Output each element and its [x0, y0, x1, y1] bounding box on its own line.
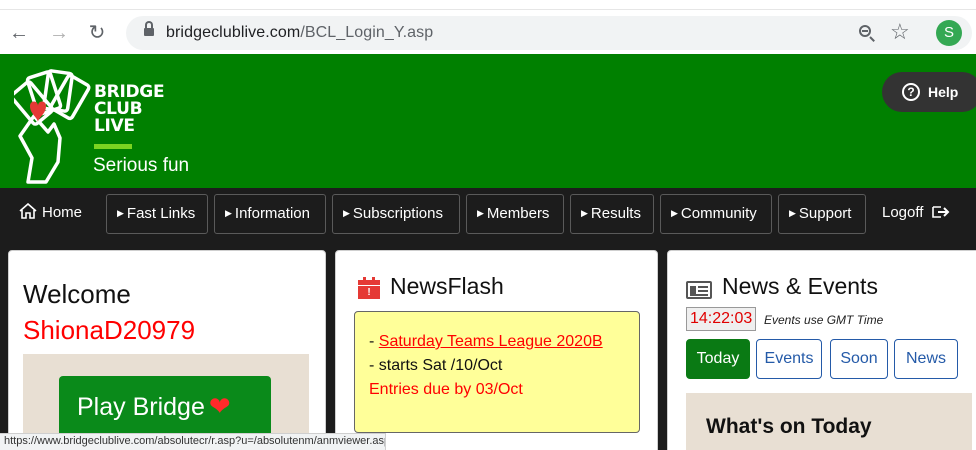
- menu-support[interactable]: ▶ Support: [778, 194, 866, 234]
- newsflash-line: - starts Sat /10/Oct: [369, 357, 503, 374]
- page: ← → ↻ bridgeclublive.com/BCL_Login_Y.asp…: [0, 0, 976, 450]
- profile-avatar[interactable]: S: [936, 20, 962, 46]
- heart-icon: ❤: [208, 391, 231, 421]
- address-bar[interactable]: bridgeclublive.com/BCL_Login_Y.asp ☆ S: [126, 16, 972, 50]
- caret-right-icon: ▶: [343, 208, 350, 218]
- welcome-heading: Welcome: [23, 279, 131, 309]
- menu-members[interactable]: ▶ Members: [466, 194, 564, 234]
- caret-right-icon: ▶: [581, 208, 588, 218]
- url-domain: bridgeclublive.com: [166, 24, 301, 41]
- question-circle-icon: ?: [902, 83, 920, 101]
- newsflash-link[interactable]: Saturday Teams League 2020B: [379, 333, 603, 350]
- tagline: Serious fun: [93, 155, 190, 176]
- link-status-bar: https://www.bridgeclublive.com/absolutec…: [0, 433, 386, 450]
- url-path: /BCL_Login_Y.asp: [300, 24, 434, 41]
- cards-hand-icon: [10, 69, 91, 184]
- menu-subscriptions[interactable]: ▶ Subscriptions: [332, 194, 460, 234]
- news-events-panel: News & Events 14:22:03 Events use GMT Ti…: [667, 250, 976, 450]
- caret-right-icon: ▶: [671, 208, 678, 218]
- logout-arrow-icon: [931, 196, 952, 218]
- news-events-heading: News & Events: [722, 273, 878, 299]
- home-icon: [18, 196, 38, 219]
- menu-results[interactable]: ▶ Results: [570, 194, 654, 234]
- tab-today[interactable]: Today: [686, 339, 750, 379]
- menu-fast-links[interactable]: ▶ Fast Links: [106, 194, 208, 234]
- newsflash-entries: Entries due by 03/Oct: [369, 381, 523, 398]
- caret-right-icon: ▶: [789, 208, 796, 218]
- newsflash-panel: ! NewsFlash - Saturday Teams League 2020…: [335, 250, 658, 450]
- gmt-clock: 14:22:03: [686, 307, 757, 331]
- username: ShionaD20979: [23, 315, 196, 345]
- forward-arrow-icon[interactable]: →: [48, 22, 70, 44]
- tab-strip: [0, 0, 976, 10]
- bridge-club-live-logo[interactable]: BRIDGE CLUB LIVE Serious fun: [10, 66, 204, 186]
- menu-community[interactable]: ▶ Community: [660, 194, 772, 234]
- whats-on-heading: What's on Today: [706, 415, 872, 438]
- newspaper-icon: [686, 281, 712, 299]
- calendar-icon: !: [358, 277, 380, 299]
- help-label: Help: [928, 84, 959, 100]
- back-arrow-icon[interactable]: ←: [8, 22, 30, 44]
- brand-underline: [94, 144, 132, 149]
- menu-information[interactable]: ▶ Information: [214, 194, 326, 234]
- site-header: BRIDGE CLUB LIVE Serious fun ? Help: [0, 54, 976, 188]
- newsflash-heading: NewsFlash: [390, 273, 504, 299]
- newsflash-dash: -: [369, 333, 379, 350]
- caret-right-icon: ▶: [225, 208, 232, 218]
- caret-right-icon: ▶: [117, 208, 124, 218]
- newsflash-box: - Saturday Teams League 2020B - starts S…: [354, 311, 640, 433]
- zoom-out-icon[interactable]: [858, 24, 876, 42]
- whats-on-box: What's on Today: [686, 393, 972, 450]
- help-button[interactable]: ? Help: [882, 72, 976, 112]
- bookmark-star-icon[interactable]: ☆: [890, 19, 910, 45]
- main-menu: Home ▶ Fast Links ▶ Information ▶ Subscript…: [0, 188, 976, 242]
- welcome-panel: Welcome ShionaD20979 Play Bridge ❤: [8, 250, 326, 450]
- brand-text: BRIDGE CLUB LIVE: [94, 82, 165, 136]
- caret-right-icon: ▶: [477, 208, 484, 218]
- tab-events[interactable]: Events: [756, 339, 822, 379]
- url-text: bridgeclublive.com/BCL_Login_Y.asp: [166, 24, 433, 42]
- lock-icon[interactable]: [144, 21, 154, 38]
- menu-logoff[interactable]: Logoff: [872, 194, 972, 234]
- menu-home[interactable]: Home: [4, 194, 100, 234]
- tab-soon[interactable]: Soon: [830, 339, 888, 379]
- gmt-note: Events use GMT Time: [764, 313, 884, 327]
- content-area: Welcome ShionaD20979 Play Bridge ❤ ! News…: [0, 242, 976, 450]
- reload-icon[interactable]: ↻: [86, 22, 108, 44]
- tab-news[interactable]: News: [894, 339, 958, 379]
- play-bridge-button[interactable]: Play Bridge ❤: [59, 376, 271, 438]
- browser-toolbar: ← → ↻ bridgeclublive.com/BCL_Login_Y.asp…: [0, 0, 976, 54]
